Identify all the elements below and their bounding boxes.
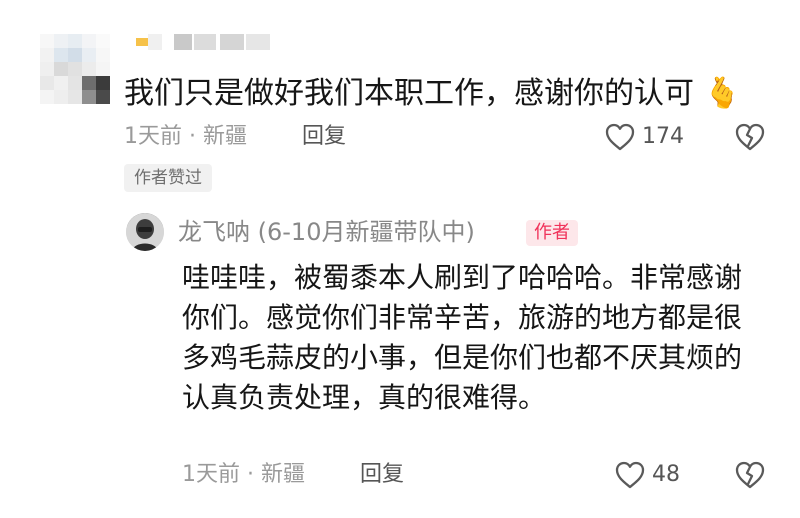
reply-author-avatar[interactable]	[126, 213, 164, 251]
comment-like-count: 174	[642, 124, 684, 149]
broken-heart-icon[interactable]	[734, 122, 766, 152]
comment-meta: 1天前 · 新疆	[124, 124, 247, 149]
comment-text: 我们只是做好我们本职工作，感谢你的认可 🫰	[124, 74, 741, 114]
reply-like-count: 48	[652, 462, 680, 487]
comment-text-content: 我们只是做好我们本职工作，感谢你的认可	[124, 76, 694, 111]
heart-outline-icon[interactable]	[614, 460, 646, 490]
snap-fingers-emoji: 🫰	[703, 76, 741, 111]
author-liked-badge: 作者赞过	[124, 164, 212, 192]
comment-reply-button[interactable]: 回复	[302, 122, 346, 152]
reply-text: 哇哇哇，被蜀黍本人刷到了哈哈哈。非常感谢你们。感觉你们非常辛苦，旅游的地方都是很…	[182, 261, 743, 414]
reply-author-name[interactable]: 龙飞呐 (6-10月新疆带队中)	[178, 216, 475, 248]
commenter-avatar[interactable]	[40, 34, 110, 104]
commenter-name-blurred[interactable]	[136, 34, 272, 50]
heart-outline-icon[interactable]	[604, 122, 636, 152]
broken-heart-icon[interactable]	[734, 460, 766, 490]
reply-meta: 1天前 · 新疆	[182, 462, 305, 487]
author-tag-badge: 作者	[526, 220, 578, 246]
reply-reply-button[interactable]: 回复	[360, 460, 404, 490]
